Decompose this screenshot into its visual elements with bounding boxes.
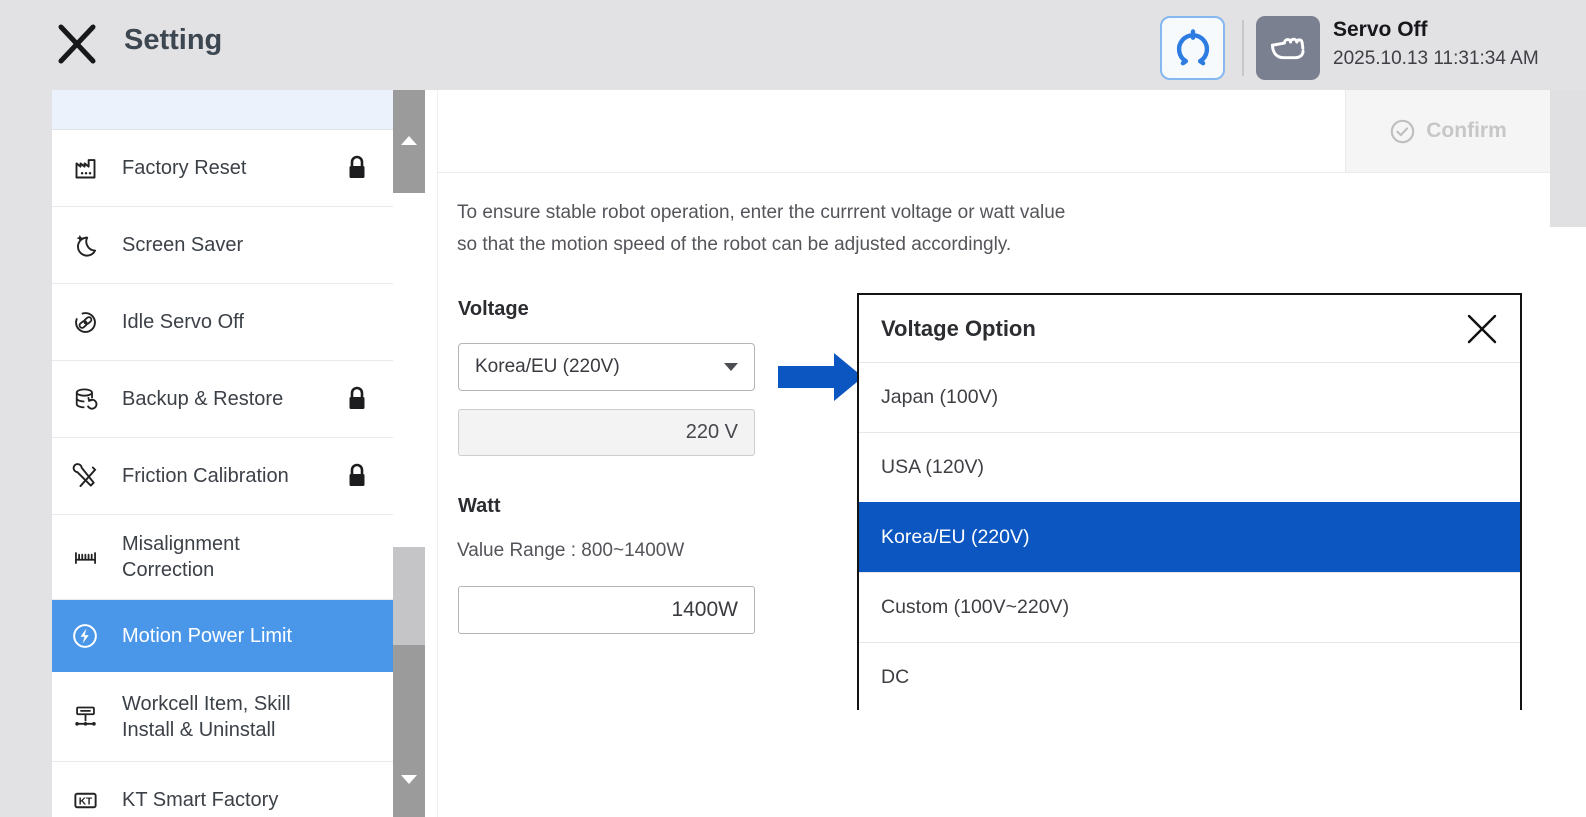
lock-icon <box>345 154 369 182</box>
voltage-dropdown-value: Korea/EU (220V) <box>475 356 620 378</box>
hand-mode-button[interactable] <box>1256 16 1320 80</box>
confirm-label: Confirm <box>1426 119 1507 143</box>
svg-text:KT: KT <box>78 796 92 807</box>
sidebar-item-workcell-install[interactable]: Workcell Item, Skill Install & Uninstall <box>52 672 393 762</box>
check-circle-icon <box>1389 118 1416 145</box>
settings-sidebar: System Log Export Factory Reset Screen S… <box>52 90 425 817</box>
sidebar-item-backup-restore[interactable]: Backup & Restore <box>52 361 393 438</box>
confirm-button[interactable]: Confirm <box>1345 90 1550 172</box>
right-margin <box>1550 90 1586 227</box>
friction-calibration-icon <box>70 461 100 491</box>
voltage-option-korea-eu[interactable]: Korea/EU (220V) <box>859 502 1520 572</box>
screen-saver-icon <box>70 230 100 260</box>
panel-divider <box>437 90 438 817</box>
watt-range-note: Value Range : 800~1400W <box>457 540 684 562</box>
scrollbar-up-button[interactable] <box>393 90 425 193</box>
sidebar-item-friction-calibration[interactable]: Friction Calibration <box>52 438 393 515</box>
chevron-down-icon <box>724 363 738 371</box>
content-separator <box>437 172 1550 173</box>
sidebar-item-motion-power-limit[interactable]: Motion Power Limit <box>52 600 393 672</box>
sidebar-item-idle-servo-off[interactable]: Idle Servo Off <box>52 284 393 361</box>
voltage-option-japan[interactable]: Japan (100V) <box>859 362 1520 432</box>
workcell-install-icon <box>70 702 100 732</box>
voltage-value-field: 220 V <box>458 409 755 456</box>
idle-servo-off-icon <box>70 307 100 337</box>
lock-icon <box>345 385 369 413</box>
motion-power-limit-icon <box>70 621 100 651</box>
scroll-up-icon <box>401 136 417 145</box>
page-title: Setting <box>124 24 222 57</box>
voltage-option-dc[interactable]: DC <box>859 642 1520 712</box>
backup-restore-icon <box>70 384 100 414</box>
popup-header: Voltage Option <box>859 295 1520 362</box>
header-bar: Setting Servo Off 2025.10.13 11:31:34 AM <box>0 0 1586 90</box>
watt-label: Watt <box>458 495 501 518</box>
lock-icon <box>345 462 369 490</box>
left-margin <box>0 90 52 817</box>
sidebar-item-factory-reset[interactable]: Factory Reset <box>52 130 393 207</box>
scrollbar-thumb[interactable] <box>393 547 425 645</box>
servo-timestamp: 2025.10.13 11:31:34 AM <box>1333 48 1539 70</box>
sidebar-item-kt-smart-factory[interactable]: KT KT Smart Factory <box>52 762 393 817</box>
voltage-option-custom[interactable]: Custom (100V~220V) <box>859 572 1520 642</box>
sidebar-scrollbar <box>393 90 425 817</box>
gripper-icon <box>1171 26 1215 70</box>
factory-reset-icon <box>70 153 100 183</box>
close-icon[interactable] <box>56 22 98 66</box>
annotation-arrow-icon <box>778 353 863 401</box>
popup-close-icon[interactable] <box>1464 311 1500 347</box>
voltage-option-popup: Voltage Option Japan (100V) USA (120V) K… <box>857 293 1522 710</box>
voltage-dropdown[interactable]: Korea/EU (220V) <box>458 343 755 391</box>
watt-input[interactable] <box>458 586 755 634</box>
setting-screen: Setting Servo Off 2025.10.13 11:31:34 AM <box>0 0 1586 817</box>
sidebar-item-screen-saver[interactable]: Screen Saver <box>52 207 393 284</box>
sidebar-item-system-log-export[interactable]: System Log Export <box>52 90 393 130</box>
header-divider <box>1242 20 1244 76</box>
scroll-down-icon <box>401 775 417 784</box>
voltage-option-usa[interactable]: USA (120V) <box>859 432 1520 502</box>
description-text: To ensure stable robot operation, enter … <box>457 197 1217 261</box>
voltage-label: Voltage <box>458 298 529 321</box>
sidebar-item-misalignment-correction[interactable]: Misalignment Correction <box>52 515 393 600</box>
kt-icon: KT <box>70 785 100 815</box>
hand-icon <box>1266 26 1310 70</box>
servo-status: Servo Off <box>1333 18 1428 42</box>
robot-gripper-button[interactable] <box>1160 16 1225 80</box>
scrollbar-down-button[interactable] <box>393 645 425 817</box>
misalignment-correction-icon <box>70 542 100 572</box>
popup-title: Voltage Option <box>881 316 1036 342</box>
